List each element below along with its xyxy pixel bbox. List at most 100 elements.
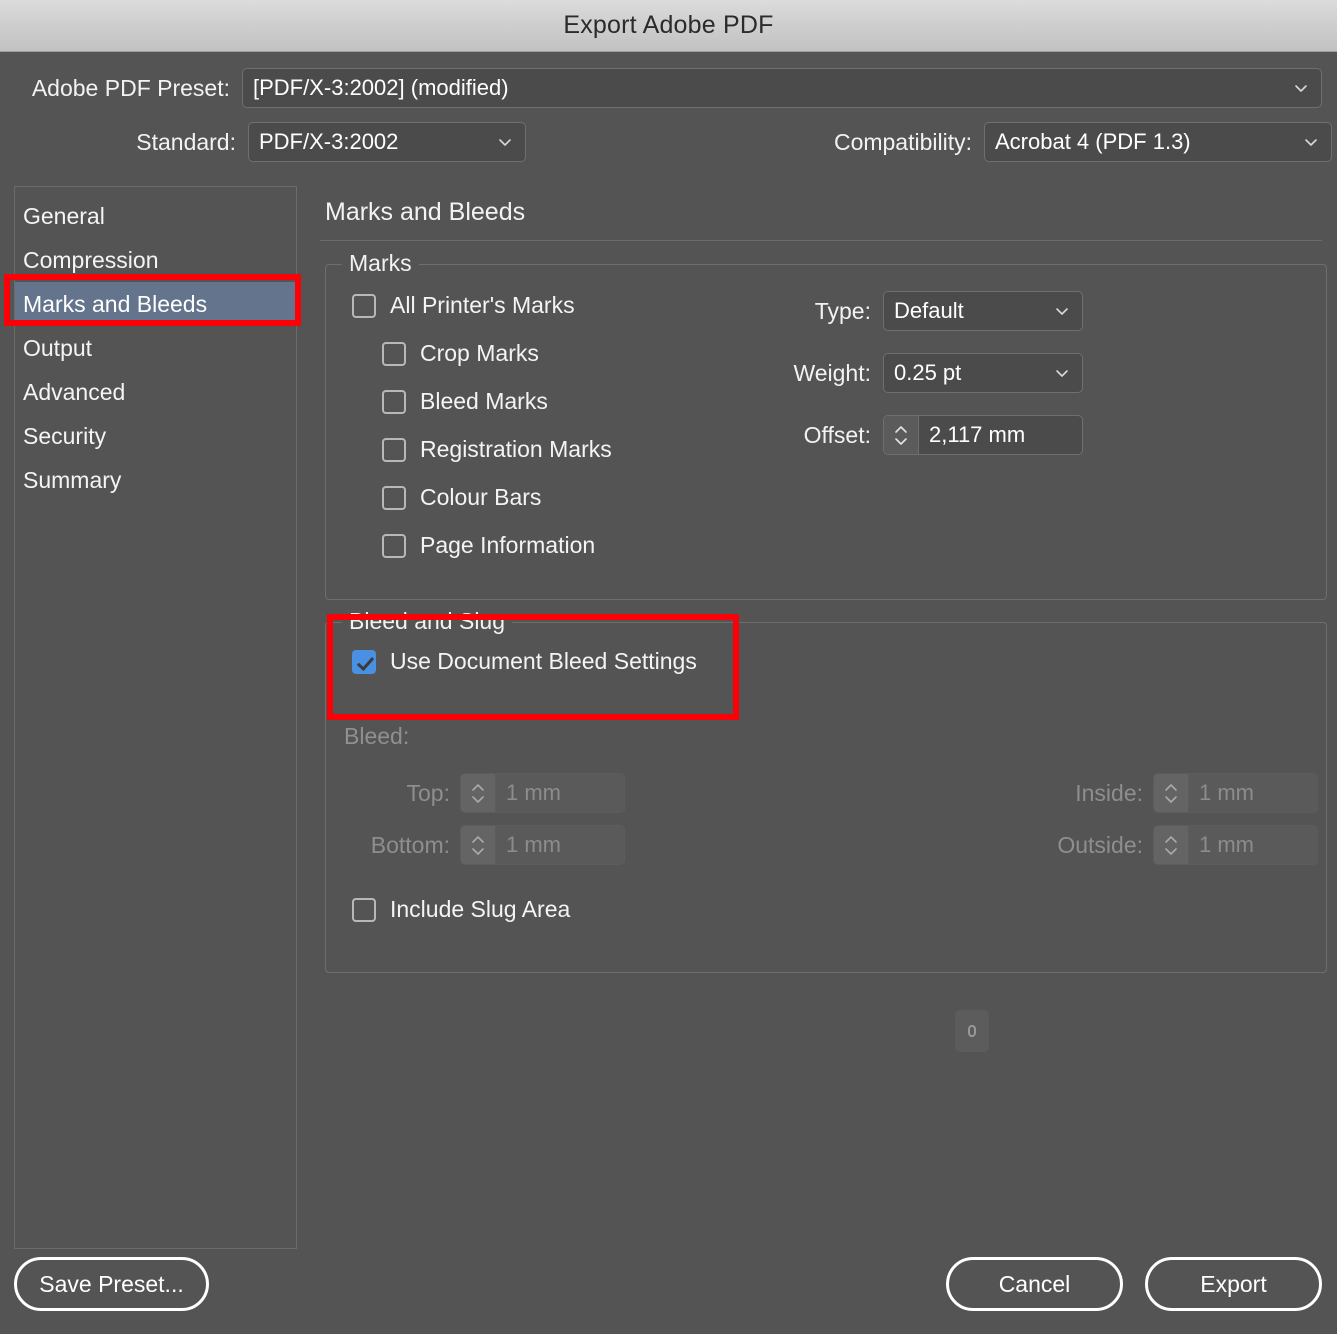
bleed-bottom-label: Bottom: [370,831,450,858]
sidebar-item-label: Compression [23,246,159,273]
stepper-arrows[interactable] [884,416,919,454]
checkbox-include-slug-area[interactable]: Include Slug Area [352,896,570,923]
checkbox-label: Registration Marks [420,436,612,462]
checkbox-box[interactable] [382,437,406,462]
dialog-header: Adobe PDF Preset: [PDF/X-3:2002] (modifi… [0,52,1337,183]
settings-category-sidebar: General Compression Marks and Bleeds Out… [14,186,297,1249]
sidebar-item-label: Advanced [23,378,126,405]
checkbox-box[interactable] [352,293,376,318]
chevron-up-icon [472,783,484,791]
sidebar-item-label: Summary [23,466,122,493]
bleed-bottom-value: 1 mm [506,832,561,857]
checkbox-box[interactable] [382,341,406,366]
export-label: Export [1200,1270,1267,1297]
offset-row: Offset: 2,117 mm [766,415,1083,455]
checkbox-page-information[interactable]: Page Information [382,532,595,559]
compatibility-value: Acrobat 4 (PDF 1.3) [995,129,1191,154]
window-title-bar: Export Adobe PDF [0,0,1337,52]
save-preset-label: Save Preset... [39,1270,184,1297]
sidebar-item-label: Security [23,422,107,449]
checkbox-box[interactable] [352,897,376,922]
sidebar-item-compression[interactable]: Compression [15,238,296,282]
sidebar-item-summary[interactable]: Summary [15,458,296,502]
cancel-button[interactable]: Cancel [946,1257,1123,1311]
offset-value[interactable]: 2,117 mm [919,416,1082,454]
checkbox-use-document-bleed-settings[interactable]: Use Document Bleed Settings [352,648,697,675]
sidebar-item-output[interactable]: Output [15,326,296,370]
bleed-top-value: 1 mm [506,780,561,805]
weight-value: 0.25 pt [894,360,962,385]
bleed-outside-field: Outside: 1 mm [1001,825,1318,865]
type-label: Type: [814,297,871,324]
checkbox-label: Use Document Bleed Settings [390,648,697,674]
weight-label: Weight: [793,359,871,386]
standard-value: PDF/X-3:2002 [259,129,399,154]
checkbox-label: Crop Marks [420,340,539,366]
marks-weight-select[interactable]: 0.25 pt [883,353,1083,393]
panel-divider [320,240,1322,241]
chevron-up-icon [1165,835,1177,843]
standard-row: Standard: PDF/X-3:2002 [118,122,526,162]
checkbox-label: Colour Bars [420,484,542,510]
stepper-arrows [461,826,496,864]
sidebar-item-general[interactable]: General [15,194,296,238]
bleed-bottom-field: Bottom: 1 mm [340,825,625,865]
sidebar-item-label: Output [23,334,93,361]
window-title: Export Adobe PDF [563,11,774,39]
bleed-inside-label: Inside: [1075,779,1143,806]
marks-offset-stepper[interactable]: 2,117 mm [883,415,1083,455]
bleed-outside-value: 1 mm [1199,832,1254,857]
chevron-down-icon [1293,80,1309,96]
chevron-up-icon [472,835,484,843]
sidebar-item-security[interactable]: Security [15,414,296,458]
checkbox-colour-bars[interactable]: Colour Bars [382,484,541,511]
sidebar-nav-list: General Compression Marks and Bleeds Out… [15,187,296,502]
type-row: Type: Default [781,291,1083,331]
marks-type-select[interactable]: Default [883,291,1083,331]
checkbox-label: Page Information [420,532,596,558]
bleed-caption: Bleed: [344,723,410,749]
bleed-and-slug-group: Bleed and Slug Use Document Bleed Settin… [325,608,1327,1052]
preset-label: Adobe PDF Preset: [31,74,230,101]
save-preset-button[interactable]: Save Preset... [14,1257,209,1311]
cancel-label: Cancel [998,1270,1071,1297]
page-title: Marks and Bleeds [325,198,526,226]
checkbox-box[interactable] [352,649,376,674]
weight-row: Weight: 0.25 pt [758,353,1083,393]
marks-group-legend: Marks [342,250,419,277]
checkbox-box[interactable] [382,485,406,510]
checkbox-bleed-marks[interactable]: Bleed Marks [382,388,548,415]
chevron-down-icon [1165,847,1177,855]
preset-value: [PDF/X-3:2002] (modified) [253,75,509,100]
chevron-up-icon [1165,783,1177,791]
sidebar-item-marks-and-bleeds[interactable]: Marks and Bleeds [15,282,296,326]
settings-panel: Marks and Bleeds Marks All Printer's Mar… [320,186,1337,1249]
chevron-up-icon [895,425,907,433]
preset-row: Adobe PDF Preset: [PDF/X-3:2002] (modifi… [14,68,1322,108]
checkbox-all-printers-marks[interactable]: All Printer's Marks [352,292,575,319]
checkbox-label: All Printer's Marks [390,292,575,318]
stepper-arrows [461,774,496,812]
sidebar-item-advanced[interactable]: Advanced [15,370,296,414]
sidebar-item-label: General [23,202,105,229]
compatibility-select[interactable]: Acrobat 4 (PDF 1.3) [984,122,1332,162]
checkbox-registration-marks[interactable]: Registration Marks [382,436,612,463]
checkbox-crop-marks[interactable]: Crop Marks [382,340,539,367]
checkbox-box[interactable] [382,389,406,414]
chevron-down-icon [895,437,907,445]
chevron-down-icon [1303,134,1319,150]
export-button[interactable]: Export [1145,1257,1322,1311]
checkbox-box[interactable] [382,533,406,558]
offset-label: Offset: [803,421,871,448]
chevron-down-icon [472,795,484,803]
bleed-inside-value: 1 mm [1199,780,1254,805]
bleed-top-field: Top: 1 mm [340,773,625,813]
adobe-pdf-preset-select[interactable]: [PDF/X-3:2002] (modified) [242,68,1322,108]
standard-select[interactable]: PDF/X-3:2002 [248,122,526,162]
bleed-outside-label: Outside: [1057,831,1143,858]
checkbox-label: Include Slug Area [390,896,571,922]
compatibility-label: Compatibility: [833,128,972,155]
type-value: Default [894,298,964,323]
bleed-link-toggle [955,1010,989,1052]
checkbox-label: Bleed Marks [420,388,548,414]
